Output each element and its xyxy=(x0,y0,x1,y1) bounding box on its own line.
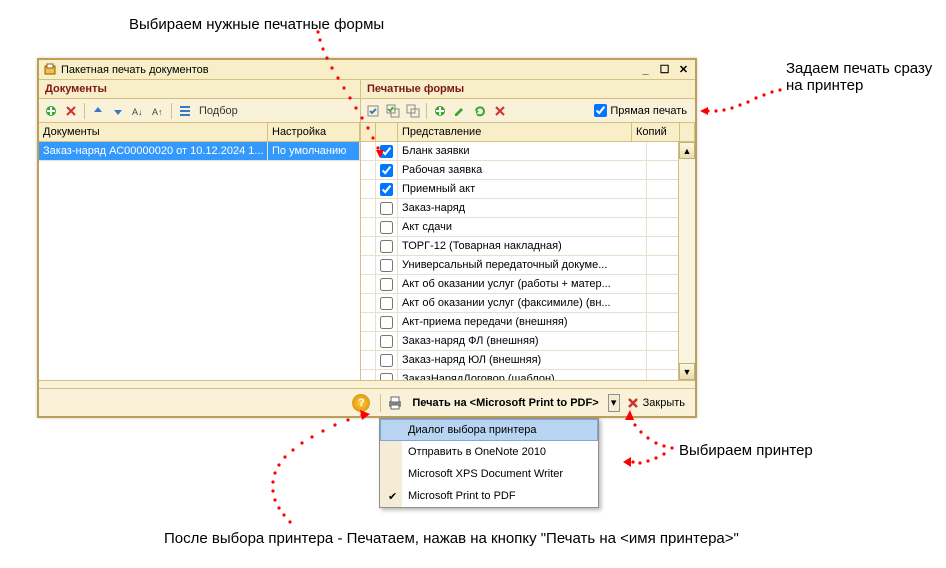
printer-menu-item[interactable]: Диалог выбора принтера xyxy=(380,419,598,441)
printer-dropdown-menu: Диалог выбора принтераОтправить в OneNot… xyxy=(379,418,599,508)
printer-menu-item[interactable]: Microsoft XPS Document Writer xyxy=(380,463,598,485)
printer-menu-item[interactable]: Отправить в OneNote 2010 xyxy=(380,441,598,463)
printer-menu-item[interactable]: Microsoft Print to PDF xyxy=(380,485,598,507)
